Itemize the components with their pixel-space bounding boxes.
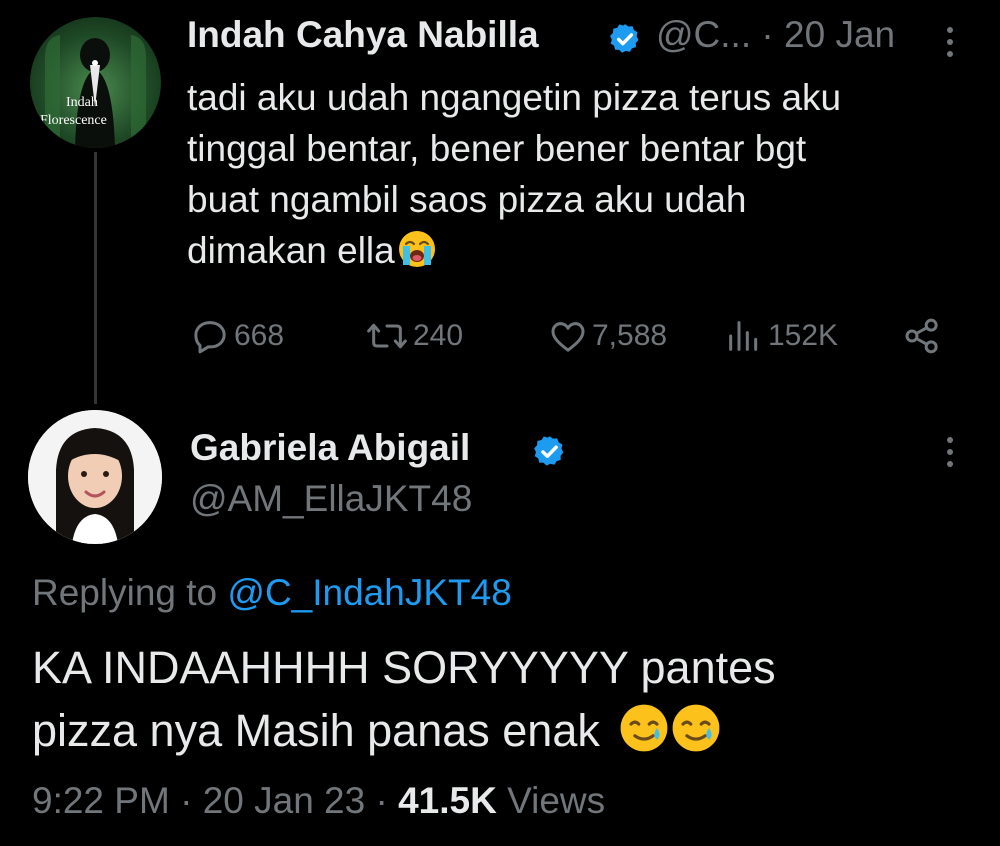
reply-action[interactable]: 668 bbox=[190, 314, 284, 358]
separator-dot: · bbox=[375, 780, 388, 821]
thread-connector-line bbox=[94, 152, 97, 404]
parent-tweet-text: tadi aku udah ngangetin pizza terus aku … bbox=[187, 72, 977, 276]
reply-handle[interactable]: @AM_EllaJKT48 bbox=[190, 478, 472, 520]
avatar-portrait bbox=[28, 410, 162, 544]
parent-text-line: tadi aku udah ngangetin pizza terus aku bbox=[187, 77, 842, 118]
parent-action-bar: 668 240 7,588 152K bbox=[190, 314, 950, 358]
avatar-caption-line2: Florescence bbox=[40, 113, 107, 128]
like-count: 7,588 bbox=[592, 319, 668, 352]
reply-author-avatar[interactable] bbox=[28, 410, 162, 544]
parent-text-line-content: dimakan ella bbox=[187, 230, 395, 271]
repost-icon bbox=[367, 323, 407, 349]
parent-handle-and-date[interactable]: @C... · 20 Jan bbox=[656, 14, 895, 56]
separator-dot: · bbox=[761, 14, 774, 55]
replying-mention-link[interactable]: @C_IndahJKT48 bbox=[227, 572, 511, 613]
parent-date[interactable]: 20 Jan bbox=[784, 14, 895, 55]
smiling-face-with-tear-emoji bbox=[672, 704, 720, 752]
parent-author-name[interactable]: Indah Cahya Nabilla bbox=[187, 14, 539, 56]
loudly-crying-face-emoji bbox=[398, 231, 435, 267]
separator-dot: · bbox=[180, 780, 193, 821]
share-icon bbox=[905, 318, 938, 354]
like-icon bbox=[551, 322, 585, 352]
avatar-caption-line1: Indah bbox=[66, 95, 98, 110]
reply-time[interactable]: 9:22 PM bbox=[32, 780, 170, 821]
parent-text-line: buat ngambil saos pizza aku udah bbox=[187, 179, 747, 220]
verified-badge-icon bbox=[534, 436, 564, 466]
reply-views-count[interactable]: 41.5K bbox=[398, 780, 497, 821]
share-action[interactable] bbox=[902, 314, 946, 358]
views-action[interactable]: 152K bbox=[724, 314, 838, 358]
reply-timestamp-line: 9:22 PM · 20 Jan 23 · 41.5K Views bbox=[32, 780, 605, 822]
reply-views-label: Views bbox=[507, 780, 606, 821]
more-options-icon[interactable] bbox=[938, 22, 962, 62]
smiling-face-with-tear-emoji bbox=[620, 704, 668, 752]
views-count: 152K bbox=[768, 319, 839, 352]
verified-badge-icon bbox=[610, 24, 639, 53]
parent-text-line: tinggal bentar, bener bener bentar bgt bbox=[187, 128, 807, 169]
repost-action[interactable]: 240 bbox=[365, 314, 463, 358]
reply-date[interactable]: 20 Jan 23 bbox=[203, 780, 366, 821]
reply-text-line-content: pizza nya Masih panas enak bbox=[32, 705, 600, 756]
replying-prefix: Replying to bbox=[32, 572, 218, 613]
like-action[interactable]: 7,588 bbox=[548, 314, 667, 358]
reply-icon bbox=[194, 321, 226, 354]
parent-text-line-last: dimakan ella bbox=[187, 225, 977, 276]
reply-author-name[interactable]: Gabriela Abigail bbox=[190, 427, 470, 469]
reply-text-line: KA INDAAHHHH SORYYYYY pantes bbox=[32, 642, 776, 693]
parent-author-avatar[interactable]: Indah Florescence bbox=[30, 17, 161, 148]
reply-tweet-text: KA INDAAHHHH SORYYYYY pantes pizza nya M… bbox=[32, 636, 972, 762]
more-options-icon[interactable] bbox=[938, 432, 962, 472]
reply-count: 668 bbox=[234, 319, 285, 352]
replying-to-line: Replying to @C_IndahJKT48 bbox=[32, 572, 512, 614]
parent-handle[interactable]: @C... bbox=[656, 14, 751, 55]
reply-text-line-last: pizza nya Masih panas enak bbox=[32, 699, 972, 762]
repost-count: 240 bbox=[413, 319, 464, 352]
views-icon bbox=[729, 321, 758, 351]
